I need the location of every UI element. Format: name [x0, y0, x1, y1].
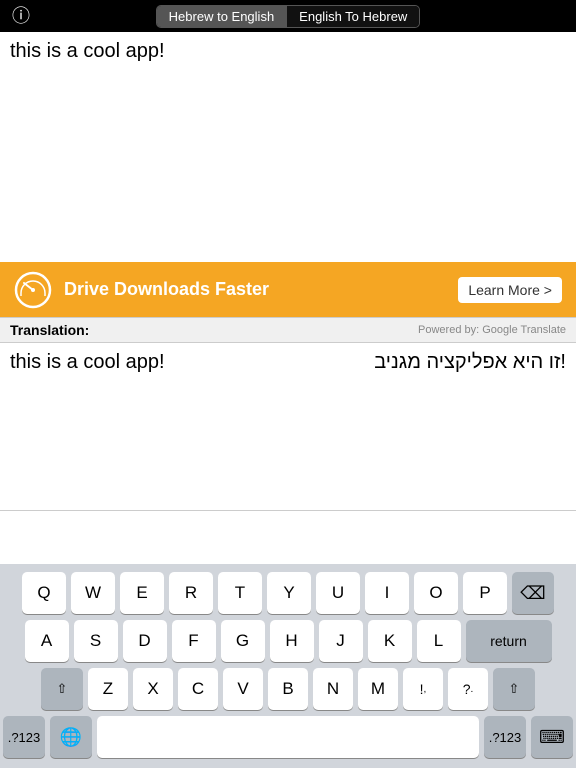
key-k[interactable]: K: [368, 620, 412, 662]
translation-area: this is a cool app! !זו היא אפליקציה מגנ…: [0, 343, 576, 511]
speedometer-icon: [14, 271, 52, 309]
key-f[interactable]: F: [172, 620, 216, 662]
key-x[interactable]: X: [133, 668, 173, 710]
translation-label-bar: Translation: Powered by: Google Translat…: [0, 317, 576, 343]
input-area[interactable]: this is a cool app!: [0, 32, 576, 262]
key-t[interactable]: T: [218, 572, 262, 614]
powered-by-label: Powered by: Google Translate: [418, 324, 566, 336]
translation-label: Translation:: [10, 322, 89, 338]
key-question[interactable]: ?.: [448, 668, 488, 710]
key-v[interactable]: V: [223, 668, 263, 710]
key-n[interactable]: N: [313, 668, 353, 710]
input-text: this is a cool app!: [10, 40, 165, 62]
keyboard-row-3: ⇧ Z X C V B N M !, ?. ⇧: [3, 668, 573, 710]
tab-hebrew-to-english[interactable]: Hebrew to English: [157, 6, 287, 27]
key-j[interactable]: J: [319, 620, 363, 662]
key-y[interactable]: Y: [267, 572, 311, 614]
keyboard: Q W E R T Y U I O P ⌫ A S D F G H J K L …: [0, 564, 576, 768]
key-b[interactable]: B: [268, 668, 308, 710]
key-r[interactable]: R: [169, 572, 213, 614]
translation-ltr-text: this is a cool app!: [10, 351, 165, 374]
translation-rtl-text: !זו היא אפליקציה מגניב: [374, 351, 566, 374]
key-d[interactable]: D: [123, 620, 167, 662]
keyboard-dismiss-key[interactable]: ⌨: [531, 716, 573, 758]
key-g[interactable]: G: [221, 620, 265, 662]
key-a[interactable]: A: [25, 620, 69, 662]
shift-key-right[interactable]: ⇧: [493, 668, 535, 710]
key-p[interactable]: P: [463, 572, 507, 614]
globe-key[interactable]: 🌐: [50, 716, 92, 758]
num-key-right[interactable]: .?123: [484, 716, 526, 758]
keyboard-row-bottom: .?123 🌐 .?123 ⌨: [3, 716, 573, 758]
key-w[interactable]: W: [71, 572, 115, 614]
info-icon[interactable]: ⓘ: [12, 7, 30, 25]
return-key[interactable]: return: [466, 620, 552, 662]
ad-banner: Drive Downloads Faster Learn More >: [0, 262, 576, 317]
key-z[interactable]: Z: [88, 668, 128, 710]
learn-more-button[interactable]: Learn More >: [458, 277, 562, 303]
key-exclaim[interactable]: !,: [403, 668, 443, 710]
num-key-left[interactable]: .?123: [3, 716, 45, 758]
key-u[interactable]: U: [316, 572, 360, 614]
key-h[interactable]: H: [270, 620, 314, 662]
ad-text: Drive Downloads Faster: [64, 279, 446, 300]
key-q[interactable]: Q: [22, 572, 66, 614]
key-e[interactable]: E: [120, 572, 164, 614]
key-o[interactable]: O: [414, 572, 458, 614]
key-l[interactable]: L: [417, 620, 461, 662]
keyboard-row-2: A S D F G H J K L return: [3, 620, 573, 662]
tab-group: Hebrew to English English To Hebrew: [156, 5, 421, 28]
top-bar: ⓘ Hebrew to English English To Hebrew: [0, 0, 576, 32]
key-i[interactable]: I: [365, 572, 409, 614]
tab-english-to-hebrew[interactable]: English To Hebrew: [287, 6, 419, 27]
key-s[interactable]: S: [74, 620, 118, 662]
space-key[interactable]: [97, 716, 479, 758]
shift-key[interactable]: ⇧: [41, 668, 83, 710]
key-c[interactable]: C: [178, 668, 218, 710]
keyboard-row-1: Q W E R T Y U I O P ⌫: [3, 572, 573, 614]
key-m[interactable]: M: [358, 668, 398, 710]
backspace-key[interactable]: ⌫: [512, 572, 554, 614]
